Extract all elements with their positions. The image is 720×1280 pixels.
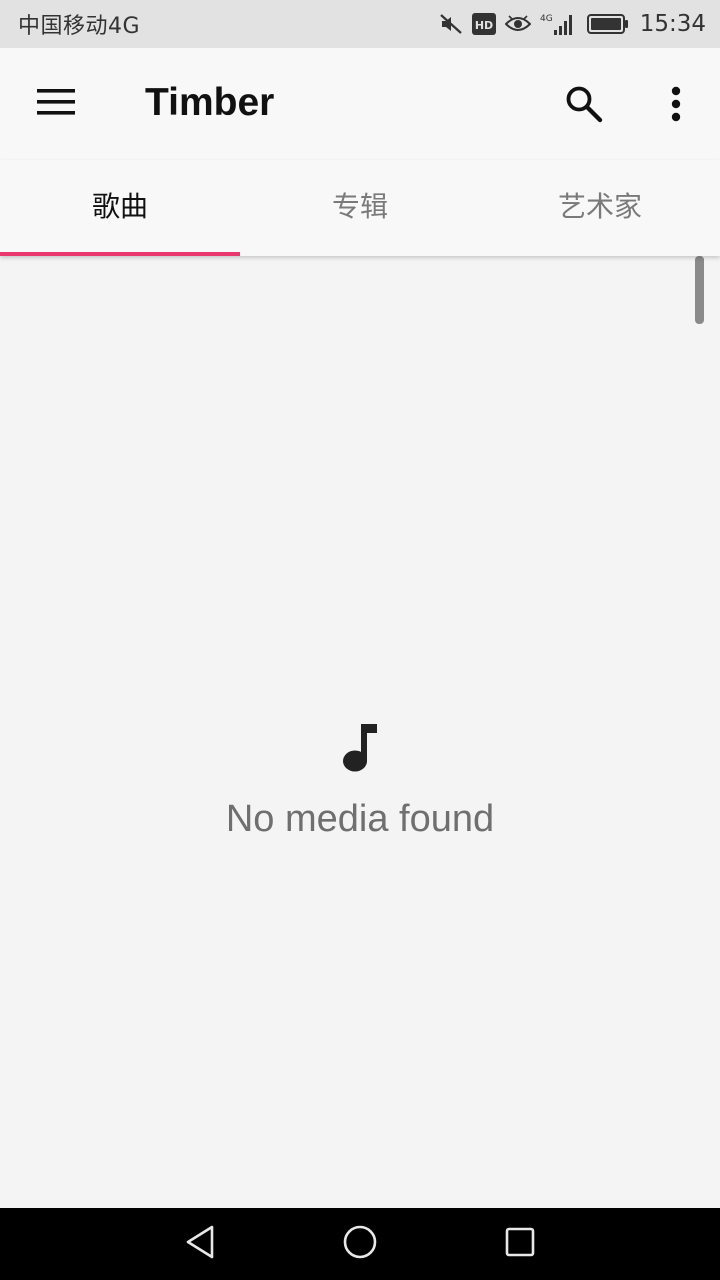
mute-icon bbox=[439, 12, 463, 36]
tab-bar: 歌曲 专辑 艺术家 bbox=[0, 160, 720, 256]
recents-icon bbox=[504, 1226, 536, 1262]
tab-label: 歌曲 bbox=[91, 190, 148, 223]
status-bar: 中国移动4G HD 4G 15:34 bbox=[0, 0, 720, 48]
tab-songs[interactable]: 歌曲 bbox=[0, 160, 240, 256]
navigation-bar bbox=[0, 1208, 720, 1280]
back-icon bbox=[184, 1224, 216, 1264]
music-note-icon bbox=[342, 724, 378, 776]
svg-text:HD: HD bbox=[475, 19, 493, 32]
home-button[interactable] bbox=[340, 1224, 380, 1264]
battery-icon bbox=[586, 13, 629, 35]
hd-icon: HD bbox=[471, 13, 496, 35]
song-list[interactable]: No media found bbox=[0, 256, 720, 1208]
status-icons: HD 4G 15:34 bbox=[439, 11, 706, 37]
menu-icon bbox=[37, 88, 75, 120]
app-bar: Timber bbox=[0, 48, 720, 160]
empty-message: No media found bbox=[225, 798, 495, 840]
overflow-menu-button[interactable] bbox=[652, 78, 700, 134]
tab-albums[interactable]: 专辑 bbox=[240, 160, 480, 256]
menu-button[interactable] bbox=[20, 78, 92, 130]
signal-icon: 4G bbox=[540, 12, 578, 36]
status-time: 15:34 bbox=[639, 11, 706, 37]
scrollbar[interactable] bbox=[695, 256, 704, 324]
tab-indicator bbox=[0, 252, 240, 256]
search-icon bbox=[565, 85, 603, 127]
svg-text:4G: 4G bbox=[540, 14, 553, 24]
home-icon bbox=[342, 1224, 378, 1264]
carrier-label: 中国移动4G bbox=[18, 14, 141, 39]
eye-icon bbox=[504, 14, 531, 34]
app-title: Timber bbox=[145, 81, 275, 124]
tab-label: 专辑 bbox=[331, 190, 388, 223]
search-button[interactable] bbox=[556, 78, 612, 134]
tab-artists[interactable]: 艺术家 bbox=[480, 160, 720, 256]
tab-label: 艺术家 bbox=[557, 190, 642, 223]
empty-state: No media found bbox=[0, 724, 720, 841]
more-vert-icon bbox=[671, 86, 681, 126]
back-button[interactable] bbox=[180, 1224, 220, 1264]
recents-button[interactable] bbox=[500, 1224, 540, 1264]
